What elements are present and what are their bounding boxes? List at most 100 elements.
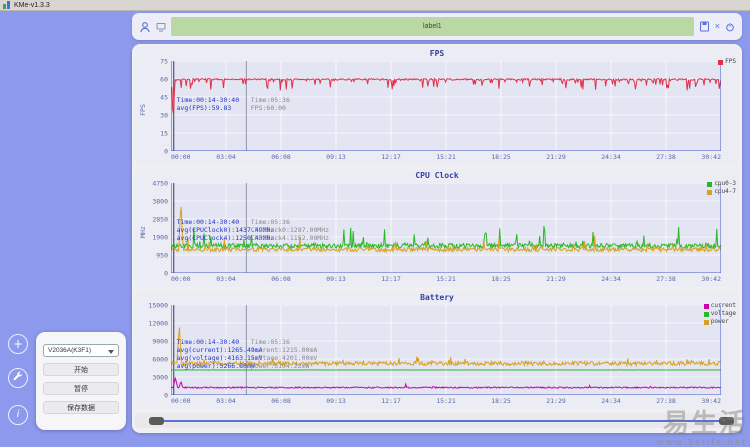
x-tick-label: 27:38 [656, 398, 676, 405]
save-data-button[interactable]: 保存数据 [43, 401, 119, 414]
legend-item-current[interactable]: current [704, 303, 736, 309]
x-tick-label: 24:34 [601, 276, 621, 283]
x-tick-label: 30:42 [701, 398, 721, 405]
x-tick-label: 03:04 [216, 154, 236, 161]
x-tick-label: 00:00 [171, 154, 191, 161]
chart-title: CPU Clock [135, 171, 739, 180]
x-tick-label: 12:17 [381, 398, 401, 405]
legend-item-voltage[interactable]: voltage [704, 311, 736, 317]
y-tick-label: 12000 [141, 320, 171, 327]
close-icon[interactable]: × [715, 22, 720, 31]
legend-item-cpu0-3[interactable]: cpu0-3 [707, 181, 736, 187]
y-tick-label: 0 [141, 392, 171, 399]
x-tick-label: 21:29 [546, 398, 566, 405]
x-axis-labels: 00:0003:0406:0809:1312:1715:2118:2521:29… [171, 398, 721, 407]
chart-card-cpu-clock: CPU ClockMHz09501900285038004750Time:00:… [135, 169, 739, 287]
x-tick-label: 09:13 [326, 398, 346, 405]
legend-label: cpu4-7 [714, 189, 736, 195]
x-tick-label: 27:38 [656, 276, 676, 283]
watermark-site: www.3elife.net [657, 437, 747, 447]
pause-button[interactable]: 暂停 [43, 382, 119, 395]
settings-button[interactable] [8, 368, 28, 388]
scrollbar-track[interactable] [151, 420, 731, 422]
app-window: KMe-v1.3.3 label1 × [0, 0, 750, 447]
y-tick-label: 75 [141, 58, 171, 65]
info-button[interactable]: i [8, 405, 28, 425]
legend-swatch [704, 312, 709, 317]
wrench-icon [12, 369, 24, 387]
charts-panel: FPSFPS01530456075Time:00:14-30:40 avg(FP… [132, 44, 742, 433]
y-tick-label: 9000 [141, 338, 171, 345]
chart-card-battery: Battery03000600090001200015000Time:00:14… [135, 291, 739, 409]
window-title: KMe-v1.3.3 [14, 2, 50, 9]
y-tick-label: 3000 [141, 374, 171, 381]
x-tick-label: 27:38 [656, 154, 676, 161]
x-tick-label: 00:00 [171, 276, 191, 283]
legend-label: power [711, 319, 729, 325]
chart-plot: 09501900285038004750Time:00:14-30:40 avg… [171, 183, 721, 273]
chart-legend: cpu0-3 cpu4-7 [707, 181, 736, 197]
legend-item-FPS[interactable]: FPS [718, 59, 736, 65]
legend-swatch [707, 182, 712, 187]
x-tick-label: 30:42 [701, 276, 721, 283]
x-tick-label: 00:00 [171, 398, 191, 405]
chart-plot: 01530456075Time:00:14-30:40 avg(FPS):59.… [171, 61, 721, 151]
legend-item-cpu4-7[interactable]: cpu4-7 [707, 189, 736, 195]
timeline-scrollbar[interactable] [135, 413, 739, 428]
x-tick-label: 15:21 [436, 154, 456, 161]
x-axis-labels: 00:0003:0406:0809:1312:1715:2118:2521:29… [171, 154, 721, 163]
y-tick-label: 0 [141, 148, 171, 155]
save-icon[interactable] [699, 21, 710, 32]
legend-label: voltage [711, 311, 736, 317]
x-axis-labels: 00:0003:0406:0809:1312:1715:2118:2521:29… [171, 276, 721, 285]
x-tick-label: 09:13 [326, 154, 346, 161]
y-tick-label: 30 [141, 112, 171, 119]
scrollbar-handle-right[interactable] [719, 417, 734, 425]
y-tick-label: 4750 [141, 180, 171, 187]
app-logo-icon [3, 1, 11, 9]
chevron-down-icon [108, 350, 114, 354]
info-icon: i [17, 410, 20, 420]
add-button[interactable]: + [8, 334, 28, 354]
chart-annotation-cursor: Time:05:36 FPS:60.00 [251, 97, 290, 113]
x-tick-label: 24:34 [601, 398, 621, 405]
connected-device-bar[interactable]: label1 [171, 17, 694, 36]
x-tick-label: 18:25 [491, 398, 511, 405]
device-bar-label: label1 [423, 23, 442, 30]
y-tick-label: 0 [141, 270, 171, 277]
chart-annotation-summary: Time:00:14-30:40 avg(current):1265.49mA … [177, 339, 263, 370]
device-screen-icon[interactable] [156, 22, 166, 32]
y-tick-label: 3800 [141, 198, 171, 205]
chart-legend: FPS [718, 59, 736, 67]
y-tick-label: 950 [141, 252, 171, 259]
x-tick-label: 06:08 [271, 154, 291, 161]
title-bar: KMe-v1.3.3 [0, 0, 750, 11]
x-tick-label: 24:34 [601, 154, 621, 161]
device-select-value: V2036A(K3F1) [48, 347, 91, 354]
legend-label: cpu0-3 [714, 181, 736, 187]
y-tick-label: 1900 [141, 234, 171, 241]
scrollbar-handle-left[interactable] [149, 417, 164, 425]
user-icon[interactable] [139, 21, 151, 33]
chart-plot: 03000600090001200015000Time:00:14-30:40 … [171, 305, 721, 395]
legend-swatch [704, 320, 709, 325]
x-tick-label: 18:25 [491, 276, 511, 283]
chart-annotation-cursor: Time:05:36 CPUClock0:1287.00MHz CPUClock… [251, 219, 329, 242]
device-select[interactable]: V2036A(K3F1) [43, 344, 119, 357]
x-tick-label: 09:13 [326, 276, 346, 283]
x-tick-label: 21:29 [546, 154, 566, 161]
x-tick-label: 03:04 [216, 276, 236, 283]
x-tick-label: 18:25 [491, 154, 511, 161]
y-tick-label: 45 [141, 94, 171, 101]
x-tick-label: 06:08 [271, 398, 291, 405]
chart-annotation-cursor: Time:05:36 current:1215.00mA voltage:420… [251, 339, 318, 370]
power-icon[interactable] [725, 22, 735, 32]
x-tick-label: 06:08 [271, 276, 291, 283]
chart-title: FPS [135, 49, 739, 58]
start-button[interactable]: 开始 [43, 363, 119, 376]
legend-item-power[interactable]: power [704, 319, 736, 325]
x-tick-label: 30:42 [701, 154, 721, 161]
chart-annotation-summary: Time:00:14-30:40 avg(FPS):59.83 [177, 97, 240, 113]
y-tick-label: 60 [141, 76, 171, 83]
y-tick-label: 6000 [141, 356, 171, 363]
